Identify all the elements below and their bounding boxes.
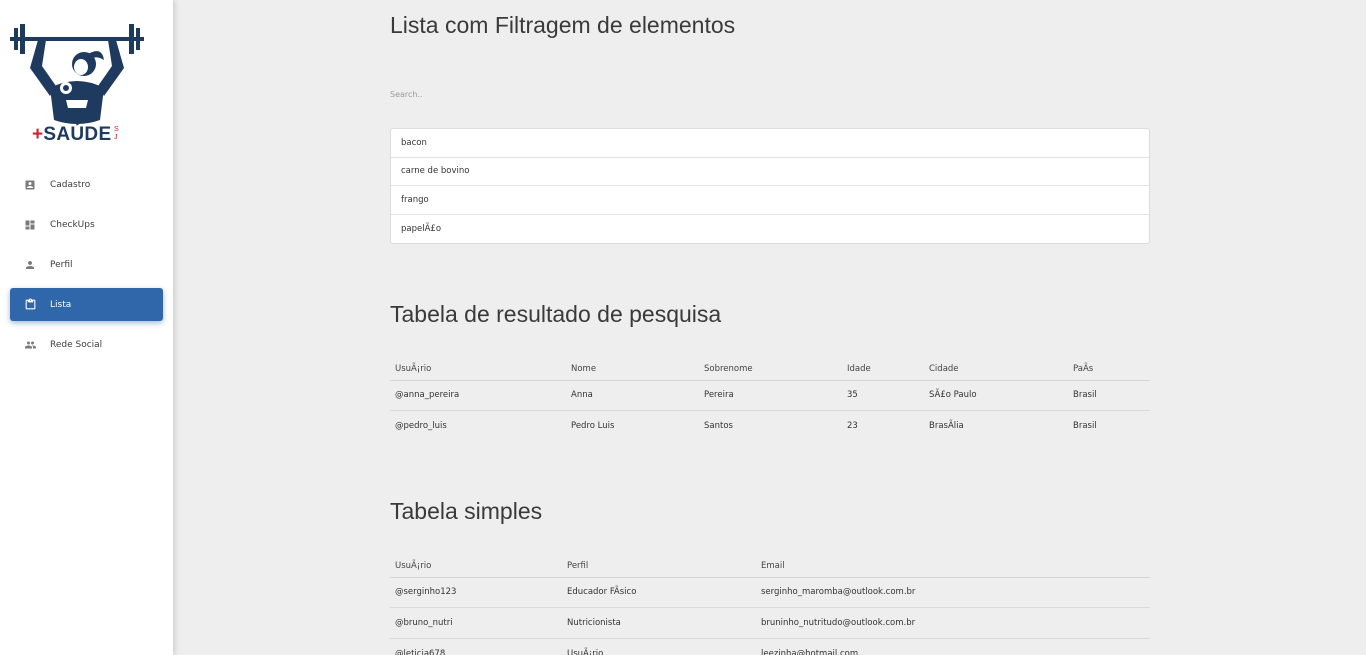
table-cell: leezinha@hotmail.com xyxy=(761,648,859,655)
clipboard-icon xyxy=(23,298,37,312)
filter-section-title: Lista com Filtragem de elementos xyxy=(390,12,736,38)
table-cell: Brasil xyxy=(1068,380,1150,411)
sidebar-item-perfil[interactable]: Perfil xyxy=(10,248,163,281)
sidebar-item-label: Lista xyxy=(50,299,72,310)
table-cell: bruninho_nutritudo@outlook.com.br xyxy=(756,607,1150,639)
table-cell: UsuÃ¡rio xyxy=(567,648,604,655)
column-header: Email xyxy=(756,555,1150,578)
list-item[interactable]: papelÃ£o xyxy=(391,215,1149,244)
table-cell: @bruno_nutri xyxy=(390,607,562,639)
column-header: Sobrenome xyxy=(699,358,842,381)
table-row: @anna_pereira Anna Pereira 35 SÃ£o Paulo… xyxy=(390,380,1150,411)
column-header: UsuÃ¡rio xyxy=(390,555,562,578)
results-table: UsuÃ¡rio Nome Sobrenome Idade Cidade PaÃ… xyxy=(390,358,1150,441)
brand-suffix: SJ xyxy=(114,126,119,141)
sidebar-item-checkups[interactable]: CheckUps xyxy=(10,208,163,241)
results-table-title: Tabela de resultado de pesquisa xyxy=(390,301,722,327)
sidebar-item-label: CheckUps xyxy=(50,219,95,230)
sidebar-nav: Cadastro CheckUps Perfil Lista Rede Soci… xyxy=(10,168,163,368)
simple-table: UsuÃ¡rio Perfil Email @serginho123 Educa… xyxy=(390,555,1150,655)
simple-table-title: Tabela simples xyxy=(390,498,543,524)
table-cell: Pedro Luis xyxy=(571,421,615,431)
filter-list: bacon carne de bovino frango papelÃ£o xyxy=(390,128,1150,244)
people-icon xyxy=(23,338,37,352)
sidebar-item-label: Cadastro xyxy=(50,179,91,190)
table-cell: Brasil xyxy=(1073,421,1097,431)
table-cell: 23 xyxy=(847,421,858,431)
table-cell: @anna_pereira xyxy=(390,380,566,411)
sidebar-item-label: Perfil xyxy=(50,259,73,270)
sidebar: +SAÚDE SJ Cadastro CheckUps Perfil Lista xyxy=(0,0,173,655)
dashboard-icon xyxy=(23,218,37,232)
sidebar-item-cadastro[interactable]: Cadastro xyxy=(10,168,163,201)
table-row: @serginho123 Educador FÃsico serginho_ma… xyxy=(390,577,1150,608)
column-header: PaÃs xyxy=(1068,358,1150,381)
table-header-row: UsuÃ¡rio Perfil Email xyxy=(390,555,1150,578)
table-cell: 35 xyxy=(842,380,924,411)
person-icon xyxy=(23,258,37,272)
column-header: Nome xyxy=(566,358,699,381)
table-row: @leticia678 UsuÃ¡rio leezinha@hotmail.co… xyxy=(390,638,1150,655)
table-header-row: UsuÃ¡rio Nome Sobrenome Idade Cidade PaÃ… xyxy=(390,358,1150,381)
column-header: UsuÃ¡rio xyxy=(390,358,566,381)
table-cell: BrasÃlia xyxy=(929,421,964,431)
table-cell: Anna xyxy=(566,380,699,411)
table-cell: @leticia678 xyxy=(395,648,446,655)
list-item[interactable]: carne de bovino xyxy=(391,158,1149,186)
table-cell: @pedro_luis xyxy=(395,421,447,431)
brand-name: +SAÚDE xyxy=(32,124,112,145)
table-row: @bruno_nutri Nutricionista bruninho_nutr… xyxy=(390,607,1150,639)
sidebar-item-rede-social[interactable]: Rede Social xyxy=(10,328,163,361)
list-item[interactable]: frango xyxy=(391,186,1149,215)
search-input[interactable] xyxy=(390,86,1150,102)
table-cell: serginho_maromba@outlook.com.br xyxy=(756,577,1150,608)
table-cell: Santos xyxy=(704,421,733,431)
table-cell: Pereira xyxy=(699,380,842,411)
table-cell: @serginho123 xyxy=(390,577,562,608)
table-row: @pedro_luis Pedro Luis Santos 23 BrasÃli… xyxy=(390,411,1150,442)
sidebar-item-label: Rede Social xyxy=(50,339,103,350)
column-header: Cidade xyxy=(924,358,1068,381)
column-header: Idade xyxy=(842,358,924,381)
table-cell: SÃ£o Paulo xyxy=(924,380,1068,411)
column-header: Perfil xyxy=(562,555,756,578)
account-box-icon xyxy=(23,178,37,192)
table-cell: Educador FÃsico xyxy=(562,577,756,608)
list-item[interactable]: bacon xyxy=(391,129,1149,158)
table-cell: Nutricionista xyxy=(562,607,756,639)
sidebar-item-lista[interactable]: Lista xyxy=(10,288,163,321)
